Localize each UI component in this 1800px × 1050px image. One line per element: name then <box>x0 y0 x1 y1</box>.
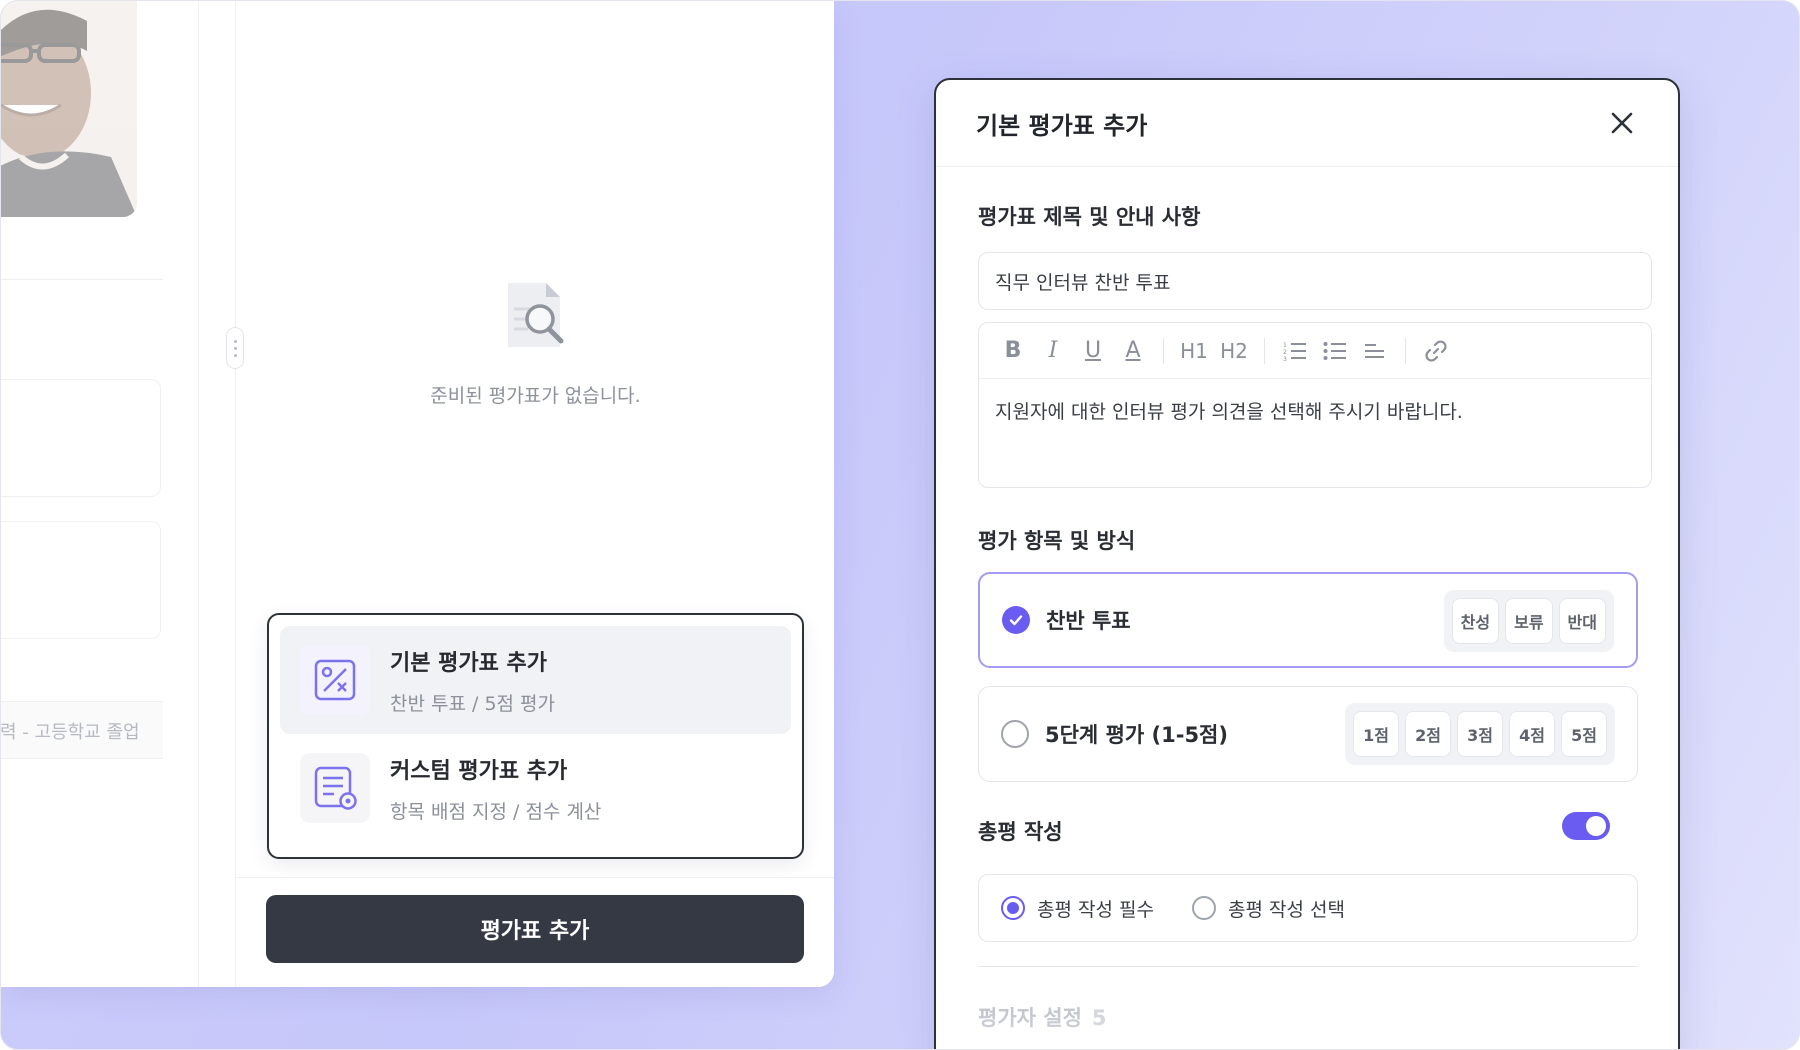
menu-item-title: 커스텀 평가표 추가 <box>390 758 568 784</box>
add-evaluation-button[interactable]: 평가표 추가 <box>266 895 804 963</box>
description-text[interactable]: 지원자에 대한 인터뷰 평가 의견을 선택해 주시기 바랍니다. <box>979 379 1651 442</box>
chip-1-point: 1점 <box>1353 711 1399 757</box>
chip-3-point: 3점 <box>1457 711 1503 757</box>
heading2-icon: H2 <box>1220 338 1248 363</box>
evaluation-title-input[interactable] <box>978 252 1652 310</box>
chip-5-point: 5점 <box>1561 711 1607 757</box>
bullet-list-icon <box>1323 341 1346 360</box>
chip-agree: 찬성 <box>1451 598 1500 644</box>
column-resize-handle[interactable] <box>226 327 244 369</box>
section-title-summary: 총평 작성 <box>978 820 1063 844</box>
chip-4-point: 4점 <box>1509 711 1555 757</box>
evaluator-count: 5 <box>1091 1006 1107 1030</box>
rating-chip-group: 1점 2점 3점 4점 5점 <box>1345 703 1615 765</box>
menu-item-custom-evaluation[interactable]: 커스텀 평가표 추가 항목 배점 지정 / 점수 계산 <box>280 734 791 842</box>
custom-form-icon <box>300 753 370 823</box>
percent-icon <box>300 645 370 715</box>
check-icon <box>1002 606 1030 634</box>
summary-required-option[interactable]: 총평 작성 필수 <box>1001 895 1154 922</box>
evaluation-panel: 준비된 평가표가 없습니다. 기본 평가표 추가 찬반 투표 / 5점 평가 커… <box>235 1 834 987</box>
editor-toolbar: B I U A H1 H2 1 2 3 <box>979 323 1651 379</box>
svg-text:1: 1 <box>1283 342 1287 349</box>
radio-label: 총평 작성 선택 <box>1227 898 1345 921</box>
text-color-button[interactable]: A <box>1113 331 1153 371</box>
empty-state-message: 준비된 평가표가 없습니다. <box>430 385 641 407</box>
radio-selected-icon <box>1001 896 1025 920</box>
description-editor: B I U A H1 H2 1 2 3 지원자에 대한 인터뷰 평가 의견을 선… <box>978 322 1652 488</box>
close-icon <box>1611 112 1633 134</box>
italic-icon: I <box>1048 338 1058 363</box>
summary-options: 총평 작성 필수 총평 작성 선택 <box>978 874 1638 942</box>
svg-text:2: 2 <box>1283 349 1287 356</box>
section-divider <box>978 966 1638 967</box>
vote-chip-group: 찬성 보류 반대 <box>1443 590 1614 652</box>
underline-button[interactable]: U <box>1073 331 1113 371</box>
profile-info-card <box>1 379 161 497</box>
heading1-button[interactable]: H1 <box>1174 331 1214 371</box>
basic-evaluation-dialog: 기본 평가표 추가 평가표 제목 및 안내 사항 B I U A H1 H2 <box>934 78 1680 1049</box>
ordered-list-button[interactable]: 1 2 3 <box>1275 331 1315 371</box>
toolbar-divider <box>1264 337 1265 364</box>
link-button[interactable] <box>1416 331 1456 371</box>
underline-icon: U <box>1084 338 1102 363</box>
bullet-list-button[interactable] <box>1315 331 1355 371</box>
align-left-icon <box>1365 343 1384 358</box>
chip-2-point: 2점 <box>1405 711 1451 757</box>
text-color-icon: A <box>1125 338 1141 363</box>
evaluator-label: 평가자 설정 <box>978 1006 1082 1030</box>
dialog-header: 기본 평가표 추가 <box>936 80 1678 167</box>
education-item: 력 - 고등학교 졸업 <box>1 701 163 759</box>
option-label: 찬반 투표 <box>1046 609 1131 633</box>
summary-optional-option[interactable]: 총평 작성 선택 <box>1191 895 1345 922</box>
bold-icon: B <box>1004 338 1022 363</box>
section-title-method: 평가 항목 및 방식 <box>978 529 1136 553</box>
section-title-info: 평가표 제목 및 안내 사항 <box>978 205 1201 229</box>
profile-info-card <box>1 521 161 639</box>
radio-unselected-icon <box>1191 896 1216 920</box>
panel-footer: 평가표 추가 <box>236 877 834 987</box>
radio-label: 총평 작성 필수 <box>1037 898 1154 921</box>
toolbar-divider <box>1163 337 1164 364</box>
chip-hold: 보류 <box>1505 598 1553 644</box>
option-yes-no-vote[interactable]: 찬반 투표 찬성 보류 반대 <box>978 572 1638 668</box>
italic-button[interactable]: I <box>1033 331 1073 371</box>
option-five-level-rating[interactable]: 5단계 평가 (1-5점) 1점 2점 3점 4점 5점 <box>978 686 1638 782</box>
app-window: 력 - 고등학교 졸업 준비된 평가표가 없습니다. 기본 평가표 추가 찬반 … <box>1 1 834 987</box>
menu-item-basic-evaluation[interactable]: 기본 평가표 추가 찬반 투표 / 5점 평가 <box>280 626 791 734</box>
menu-item-title: 기본 평가표 추가 <box>390 650 547 676</box>
close-button[interactable] <box>1606 107 1638 139</box>
menu-item-subtitle: 항목 배점 지정 / 점수 계산 <box>390 800 602 823</box>
profile-divider <box>1 279 163 280</box>
bold-button[interactable]: B <box>993 331 1033 371</box>
radio-unselected-icon <box>1001 720 1029 748</box>
ordered-list-icon: 1 2 3 <box>1283 342 1306 362</box>
menu-item-subtitle: 찬반 투표 / 5점 평가 <box>390 692 556 715</box>
dialog-title: 기본 평가표 추가 <box>976 111 1148 140</box>
summary-toggle[interactable] <box>1562 812 1610 840</box>
align-left-button[interactable] <box>1355 331 1395 371</box>
option-label: 5단계 평가 (1-5점) <box>1045 723 1228 747</box>
link-icon <box>1425 339 1447 362</box>
evaluator-settings[interactable]: 평가자 설정 5 <box>978 1002 1107 1032</box>
screenshot-frame: 력 - 고등학교 졸업 준비된 평가표가 없습니다. 기본 평가표 추가 찬반 … <box>0 0 1800 1050</box>
toolbar-divider <box>1405 337 1406 364</box>
candidate-profile-column: 력 - 고등학교 졸업 <box>1 1 199 987</box>
svg-text:3: 3 <box>1283 356 1287 362</box>
chip-disagree: 반대 <box>1558 598 1606 644</box>
heading1-icon: H1 <box>1180 338 1208 363</box>
add-evaluation-dropdown: 기본 평가표 추가 찬반 투표 / 5점 평가 커스텀 평가표 추가 항목 배점… <box>267 613 804 859</box>
empty-document-search-icon <box>508 283 564 347</box>
heading2-button[interactable]: H2 <box>1214 331 1254 371</box>
candidate-avatar <box>1 1 137 217</box>
